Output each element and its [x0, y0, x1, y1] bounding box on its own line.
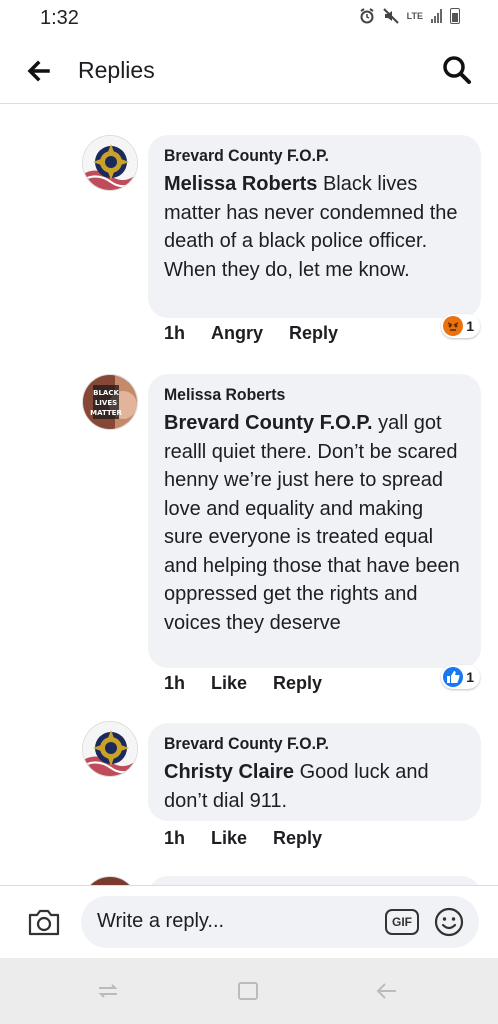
comment-actions: 1h Angry Reply — [164, 323, 338, 344]
comment-author[interactable]: Brevard County F.O.P. — [164, 733, 444, 755]
status-bar: 1:32 LTE — [0, 0, 498, 38]
comment-body: yall got realll quiet there. Don’t be sc… — [164, 412, 460, 634]
comment-text: Melissa Roberts Black lives matter has n… — [164, 170, 465, 284]
mute-icon — [382, 8, 399, 24]
back-icon[interactable] — [374, 980, 400, 1002]
reply-button[interactable]: Reply — [273, 673, 322, 694]
signal-icon — [431, 9, 442, 23]
comment-bubble[interactable]: Melissa Roberts Brevard County F.O.P. ya… — [148, 374, 481, 668]
system-nav-bar — [0, 958, 498, 1024]
mention-link[interactable]: Melissa Roberts — [164, 173, 317, 195]
like-button[interactable]: Like — [211, 828, 247, 849]
svg-text:LIVES: LIVES — [95, 399, 117, 407]
emoji-icon[interactable] — [433, 906, 465, 938]
reaction-count: 1 — [466, 669, 474, 685]
avatar[interactable] — [82, 876, 138, 885]
status-time: 1:32 — [40, 7, 79, 29]
recent-apps-icon[interactable] — [95, 980, 121, 1002]
svg-text:BLACK: BLACK — [93, 389, 119, 397]
network-label: LTE — [406, 11, 423, 21]
fop-seal-image — [83, 722, 137, 776]
reaction-summary[interactable]: 1 — [441, 314, 480, 338]
reply-composer: Write a reply... GIF — [0, 885, 498, 958]
battery-icon — [450, 8, 460, 24]
comment-text: Brevard County F.O.P. yall got realll qu… — [164, 409, 465, 637]
app-bar: Replies — [0, 38, 498, 104]
search-icon[interactable] — [440, 53, 474, 87]
angry-reaction-icon — [443, 316, 464, 336]
comment-bubble[interactable] — [148, 876, 481, 885]
arrow-left-icon[interactable] — [22, 54, 56, 88]
comment-author[interactable]: Melissa Roberts — [164, 384, 444, 406]
alarm-icon — [360, 8, 374, 24]
svg-text:MATTER: MATTER — [90, 409, 122, 417]
comment-time: 1h — [164, 323, 186, 343]
avatar[interactable] — [82, 135, 138, 191]
like-reaction-icon — [443, 667, 464, 687]
camera-icon[interactable] — [26, 904, 62, 940]
gif-label: GIF — [392, 915, 412, 929]
comment-author[interactable]: Brevard County F.O.P. — [164, 145, 444, 167]
avatar[interactable]: BLACK LIVES MATTER — [82, 374, 138, 430]
reply-thread: Brevard County F.O.P. Melissa Roberts Bl… — [0, 104, 498, 885]
comment-text: Christy Claire Good luck and don’t dial … — [164, 758, 465, 815]
reply-placeholder: Write a reply... — [97, 910, 225, 932]
page-title: Replies — [78, 57, 155, 83]
reaction-button[interactable]: Angry — [211, 323, 263, 344]
mention-link[interactable]: Brevard County F.O.P. — [164, 412, 373, 434]
reaction-summary[interactable]: 1 — [441, 665, 480, 689]
comment-time: 1h — [164, 673, 186, 693]
comment-actions: 1h Like Reply — [164, 673, 322, 694]
status-icons: LTE — [359, 8, 460, 24]
reply-button[interactable]: Reply — [289, 323, 338, 344]
comment-bubble[interactable]: Brevard County F.O.P. Christy Claire Goo… — [148, 723, 481, 821]
comment-actions: 1h Like Reply — [164, 828, 322, 849]
gif-icon[interactable]: GIF — [385, 909, 419, 935]
reply-input[interactable]: Write a reply... GIF — [81, 896, 479, 948]
comment-time: 1h — [164, 828, 186, 848]
comment-bubble[interactable]: Brevard County F.O.P. Melissa Roberts Bl… — [148, 135, 481, 318]
avatar[interactable] — [82, 721, 138, 777]
fop-seal-image — [83, 136, 137, 190]
reaction-count: 1 — [466, 318, 474, 334]
reply-button[interactable]: Reply — [273, 828, 322, 849]
blm-profile-image: BLACK LIVES MATTER — [83, 375, 137, 429]
mention-link[interactable]: Christy Claire — [164, 761, 294, 783]
home-icon[interactable] — [235, 980, 261, 1002]
like-button[interactable]: Like — [211, 673, 247, 694]
